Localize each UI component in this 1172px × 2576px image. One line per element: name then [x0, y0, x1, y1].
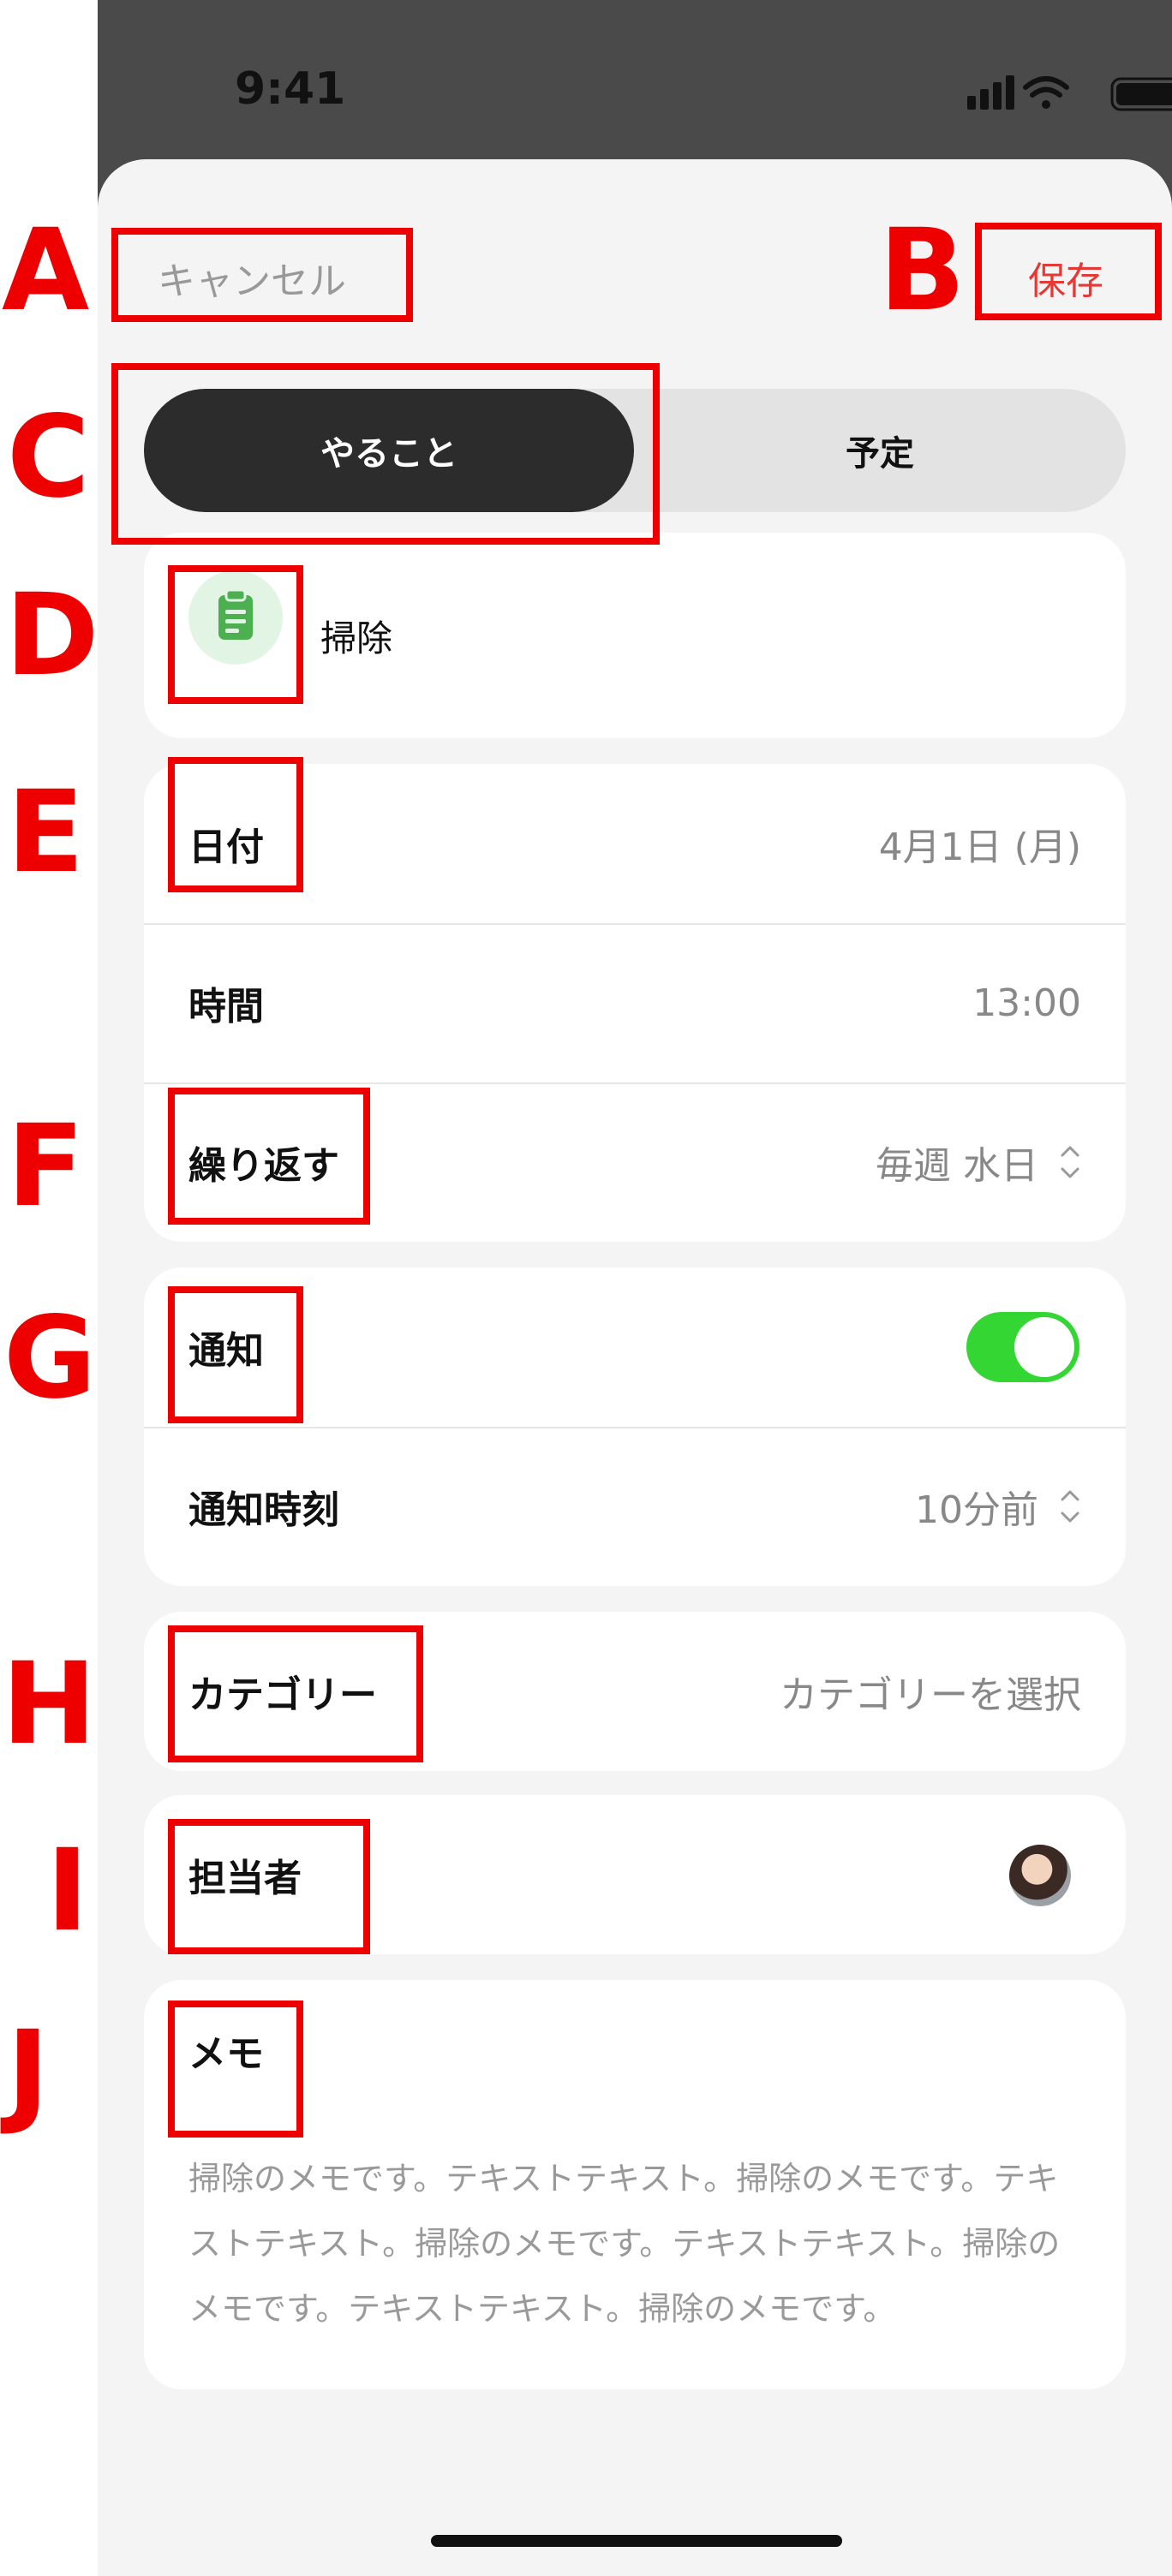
annotation-letter-c: C: [7, 391, 90, 523]
annotation-box-d: [168, 565, 303, 704]
time-value: 13:00: [972, 981, 1081, 1025]
category-placeholder: カテゴリーを選択: [780, 1673, 1081, 1717]
home-indicator: [431, 2535, 842, 2547]
notification-timing-row[interactable]: 通知時刻 10分前: [144, 1427, 1126, 1586]
annotation-box-a: [111, 228, 413, 322]
signal-icon: [967, 75, 1014, 110]
annotation-box-b: [975, 223, 1162, 320]
notification-timing-value: 10分前: [915, 1488, 1038, 1532]
repeat-value: 毎週 水日: [876, 1144, 1038, 1188]
annotation-box-j: [168, 2001, 303, 2138]
notification-timing-value-wrap: 10分前: [915, 1427, 1081, 1586]
annotation-box-c: [111, 363, 660, 545]
battery-shape: [1110, 77, 1172, 111]
task-title[interactable]: 掃除: [320, 533, 392, 738]
annotation-letter-a: A: [2, 205, 90, 337]
annotation-letter-e: E: [7, 766, 85, 898]
annotation-letter-b: B: [879, 205, 966, 337]
annotation-box-g: [168, 1286, 303, 1423]
annotation-letter-g: G: [3, 1292, 97, 1424]
annotation-box-f: [168, 1088, 370, 1225]
annotation-letter-d: D: [5, 569, 99, 701]
time-label: 時間: [188, 985, 264, 1029]
notification-timing-label: 通知時刻: [188, 1488, 339, 1532]
notification-toggle[interactable]: [966, 1312, 1079, 1382]
status-bar: 9:41: [98, 0, 1172, 163]
memo-text[interactable]: 掃除のメモです。テキストテキスト。掃除のメモです。テキストテキスト。掃除のメモで…: [188, 2146, 1085, 2341]
avatar[interactable]: [1009, 1845, 1071, 1906]
annotation-box-h: [168, 1625, 423, 1762]
chevron-up-down-icon: [1061, 1146, 1079, 1178]
annotation-letter-j: J: [7, 2007, 50, 2138]
annotation-box-i: [168, 1819, 370, 1954]
time-row[interactable]: 時間 13:00: [144, 923, 1126, 1082]
chevron-up-down-icon: [1061, 1490, 1079, 1523]
annotation-letter-f: F: [7, 1100, 85, 1232]
annotation-box-e: [168, 757, 303, 892]
segment-schedule[interactable]: 予定: [634, 389, 1126, 512]
annotation-letter-i: I: [46, 1825, 89, 1957]
status-icons: [869, 69, 1172, 123]
toggle-knob: [1014, 1317, 1074, 1377]
status-time: 9:41: [235, 63, 346, 115]
annotation-letter-h: H: [2, 1638, 97, 1770]
date-value: 4月1日 (月): [878, 826, 1081, 869]
repeat-value-wrap: 毎週 水日: [876, 1082, 1081, 1242]
wifi-icon: [1023, 76, 1069, 109]
